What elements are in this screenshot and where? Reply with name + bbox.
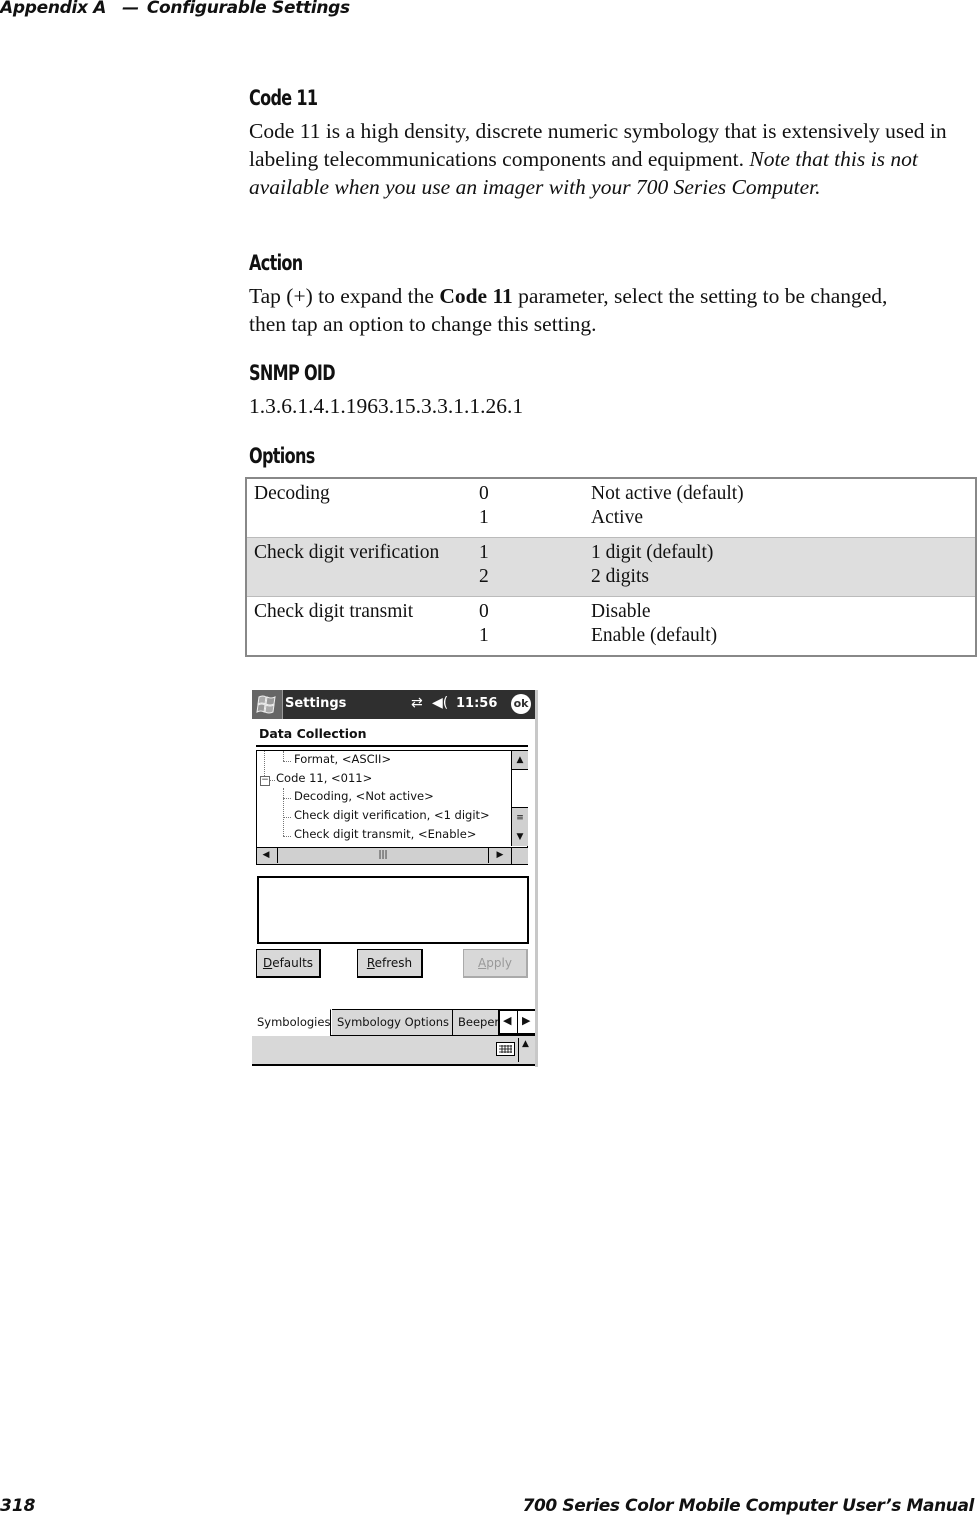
snmp-oid-value: 1.3.6.1.4.1.1963.15.3.3.1.1.26.1: [249, 394, 524, 418]
scroll-up-icon[interactable]: ▲: [512, 751, 528, 770]
option-value: 1: [479, 625, 489, 646]
tree-item[interactable]: Check digit transmit, <Enable>: [294, 827, 476, 841]
option-value: 1: [479, 507, 489, 528]
keyboard-icon[interactable]: [496, 1042, 515, 1056]
button-label: efresh: [374, 956, 413, 970]
page-title: Data Collection: [259, 726, 367, 741]
tab-symbologies[interactable]: Symbologies: [252, 1009, 331, 1036]
option-name: Check digit verification: [246, 537, 472, 597]
horizontal-scroll-thumb[interactable]: |||: [277, 848, 489, 863]
clock[interactable]: 11:56: [456, 696, 497, 711]
scroll-right-icon[interactable]: ▶: [491, 848, 509, 863]
tree-item[interactable]: Check digit verification, <1 digit>: [294, 808, 490, 822]
tree-connector: [283, 761, 291, 762]
title-divider: [256, 745, 528, 747]
option-desc: Enable (default): [591, 625, 718, 646]
option-desc: Disable: [591, 601, 651, 622]
option-name: Check digit transmit: [246, 596, 472, 656]
apply-button[interactable]: Apply: [463, 949, 528, 978]
collapse-icon[interactable]: −: [260, 776, 270, 786]
tree-connector: [264, 751, 265, 776]
tab-strip: Symbologies Symbology Options Beeper ◀ ▶: [252, 1009, 536, 1036]
accel-key: D: [262, 956, 273, 970]
header-dash: —: [122, 0, 139, 18]
arrow-divider: [517, 1011, 518, 1033]
option-values: 01: [472, 596, 584, 656]
refresh-button[interactable]: Refresh: [357, 949, 423, 978]
tab-beeper[interactable]: Beeper: [453, 1009, 504, 1035]
tab-left-arrow-icon[interactable]: ◀: [503, 1014, 511, 1027]
section-description: Code 11 is a high density, discrete nume…: [249, 117, 969, 201]
defaults-button[interactable]: Defaults: [256, 949, 321, 978]
option-desc: 1 digit (default): [591, 542, 714, 563]
action-text: Tap (+) to expand the Code 11 parameter,…: [249, 282, 889, 338]
connectivity-icon[interactable]: ⇄: [411, 695, 423, 711]
tree-connector: [283, 817, 291, 818]
option-desc: Active: [591, 507, 643, 528]
scroll-left-icon[interactable]: ◀: [257, 848, 275, 863]
option-value: 0: [479, 601, 489, 622]
chapter-label: Configurable Settings: [146, 0, 350, 18]
scroll-down-icon[interactable]: ▼: [512, 828, 528, 846]
section-title: Code 11: [249, 86, 318, 110]
settings-tree-view[interactable]: Format, <ASCII> − Code 11, <011> Decodin…: [256, 750, 528, 865]
info-box: [257, 876, 529, 944]
tree-connector: [283, 788, 284, 836]
tree-connector: [283, 751, 284, 761]
tab-scroll-arrows: ◀ ▶: [498, 1009, 536, 1035]
action-text-bold: Code 11: [439, 284, 513, 308]
tree-connector: [270, 780, 275, 781]
device-screenshot: Settings ⇄ ◀( 11:56 ok Data Collection F…: [252, 690, 536, 1067]
screenshot-edge: [535, 690, 538, 1067]
option-value: 0: [479, 483, 489, 504]
tree-item[interactable]: Format, <ASCII>: [294, 752, 391, 766]
options-title: Options: [249, 444, 315, 468]
tab-symbology-options[interactable]: Symbology Options: [332, 1009, 453, 1035]
option-descs: Not active (default) Active: [584, 478, 976, 538]
option-value: 1: [479, 542, 489, 563]
menu-bar: ▲: [252, 1036, 536, 1066]
action-text-part: Tap (+) to expand the: [249, 284, 440, 308]
page-number: 318: [0, 1496, 36, 1516]
tree-connector: [283, 836, 291, 837]
input-panel-arrow-icon[interactable]: ▲: [522, 1039, 529, 1049]
tree-item[interactable]: Decoding, <Not active>: [294, 789, 434, 803]
button-label: pply: [486, 956, 512, 970]
scrollbar-corner: [511, 847, 528, 864]
ok-button[interactable]: ok: [511, 694, 531, 714]
running-header: Appendix A — Configurable Settings: [0, 0, 350, 18]
options-table: Decoding 01 Not active (default) Active C…: [245, 477, 977, 657]
title-bar: Settings ⇄ ◀( 11:56 ok: [252, 690, 536, 719]
tree-item[interactable]: Code 11, <011>: [276, 771, 372, 785]
vertical-scrollbar[interactable]: ▲ ≡ ▼: [511, 751, 528, 846]
start-menu-button[interactable]: [252, 690, 283, 719]
option-value: 2: [479, 566, 489, 587]
keyboard-keys-icon: [499, 1045, 512, 1053]
option-name: Decoding: [254, 483, 330, 504]
windows-flag-icon: [256, 695, 276, 714]
table-row: Decoding 01 Not active (default) Active: [246, 478, 976, 538]
option-values: 12: [472, 537, 584, 597]
manual-title: 700 Series Color Mobile Computer User’s …: [522, 1496, 975, 1516]
accel-key: R: [366, 956, 375, 970]
tab-right-arrow-icon[interactable]: ▶: [522, 1014, 530, 1027]
button-label: efaults: [272, 956, 314, 970]
app-title: Settings: [285, 696, 347, 711]
option-descs: Disable Enable (default): [584, 596, 976, 656]
horizontal-scrollbar[interactable]: ◀ ||| ▶: [257, 847, 511, 864]
option-desc: 2 digits: [591, 566, 649, 587]
option-values: 01: [472, 478, 584, 538]
scroll-thumb[interactable]: ≡: [512, 807, 528, 829]
volume-icon[interactable]: ◀(: [432, 695, 448, 711]
snmp-title: SNMP OID: [249, 361, 336, 385]
table-row: Check digit verification 12 1 digit (def…: [246, 537, 976, 597]
action-title: Action: [249, 251, 303, 275]
table-row: Check digit transmit 01 Disable Enable (d…: [246, 596, 976, 656]
option-desc: Not active (default): [591, 483, 744, 504]
appendix-label: Appendix A: [0, 0, 107, 18]
tree-connector: [283, 798, 291, 799]
menu-separator: [518, 1038, 519, 1062]
option-descs: 1 digit (default) 2 digits: [584, 537, 976, 597]
